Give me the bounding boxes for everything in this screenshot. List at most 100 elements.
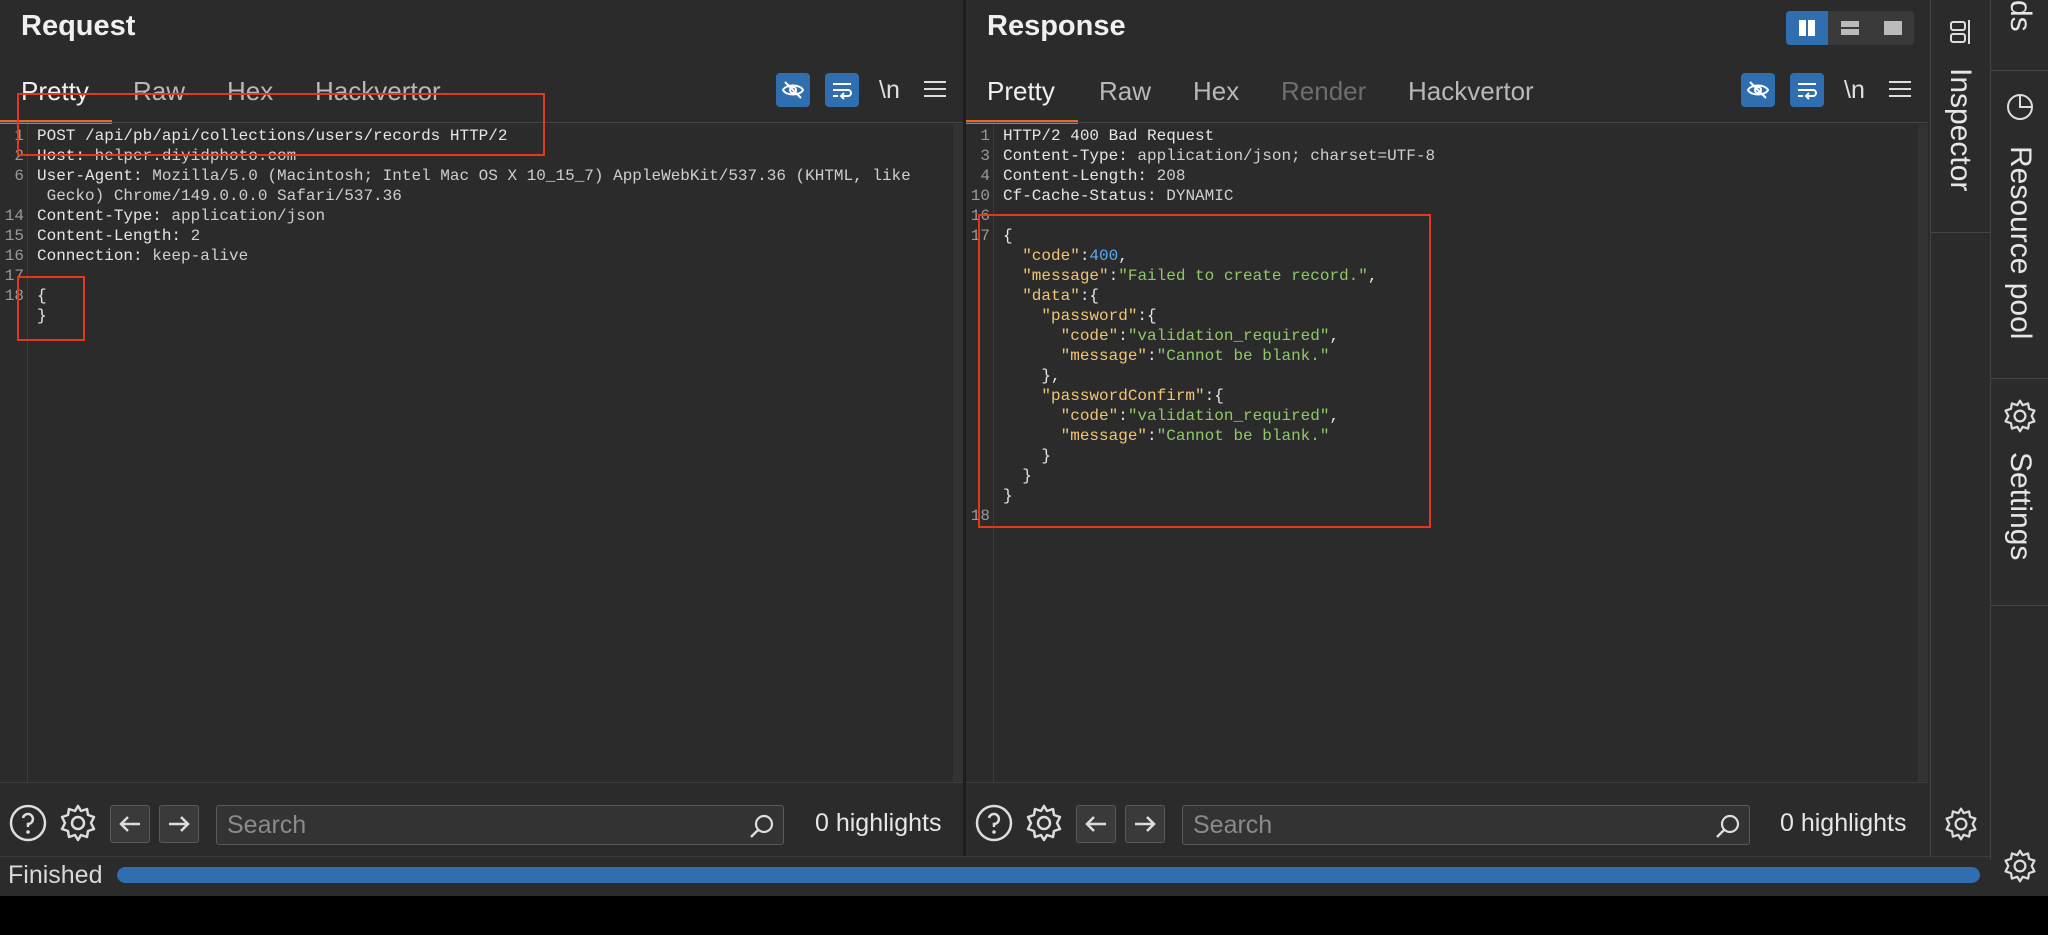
request-search-box[interactable] bbox=[216, 805, 784, 845]
line-number: 17 bbox=[4, 267, 24, 285]
progress-bar-fill bbox=[117, 867, 1980, 883]
sidebar-separator bbox=[1991, 605, 2048, 606]
request-tab-pretty[interactable]: Pretty bbox=[21, 76, 89, 107]
partial-tab[interactable]: ds bbox=[2003, 0, 2037, 32]
line-text: Content-Length: 2 bbox=[37, 226, 200, 246]
inspector-icon[interactable] bbox=[1947, 18, 1975, 46]
code-line: 16 Connection: keep-alive bbox=[0, 246, 953, 266]
code-line: 15 Content-Length: 2 bbox=[0, 226, 953, 246]
line-number: 6 bbox=[14, 167, 24, 185]
search-icon[interactable] bbox=[749, 813, 775, 839]
line-number: 17 bbox=[970, 227, 990, 245]
request-tab-hex[interactable]: Hex bbox=[227, 76, 273, 107]
json-string: "Cannot be blank." bbox=[1156, 347, 1330, 365]
inspector-tab[interactable]: Inspector bbox=[1943, 68, 1977, 191]
hide-nonprintable-eye-icon[interactable] bbox=[1741, 73, 1775, 107]
json-key: "data" bbox=[1022, 287, 1080, 305]
json-string: "validation_required" bbox=[1127, 407, 1330, 425]
previous-arrow-button[interactable] bbox=[1076, 805, 1116, 843]
layout-side-by-side-button[interactable] bbox=[1786, 11, 1828, 45]
layout-single-button[interactable] bbox=[1872, 11, 1914, 45]
gear-icon[interactable] bbox=[1024, 803, 1064, 843]
line-number: 15 bbox=[4, 227, 24, 245]
request-tabs: Pretty Raw Hex Hackvertor bbox=[0, 70, 963, 124]
inspector-column: Inspector bbox=[1930, 0, 1991, 860]
json-key: "message" bbox=[1060, 347, 1148, 365]
rows-icon bbox=[1841, 21, 1859, 35]
layout-toggle bbox=[1786, 11, 1914, 45]
response-highlights-count: 0 highlights bbox=[1780, 809, 1907, 837]
line-key: Cf-Cache-Status: bbox=[1003, 187, 1167, 205]
global-settings-gear-icon[interactable] bbox=[2002, 848, 2038, 884]
line-number: 4 bbox=[980, 167, 990, 185]
line-text: Cf-Cache-Status: DYNAMIC bbox=[1003, 186, 1233, 206]
json-string: "Failed to create record." bbox=[1118, 267, 1368, 285]
line-number: 18 bbox=[970, 507, 990, 525]
request-menu-icon[interactable] bbox=[924, 80, 946, 98]
code-line: 17 bbox=[0, 266, 953, 286]
show-newlines-toggle[interactable]: \n bbox=[879, 76, 900, 105]
single-pane-icon bbox=[1884, 21, 1902, 35]
next-arrow-button[interactable] bbox=[1125, 805, 1165, 843]
line-value: application/json; charset=UTF-8 bbox=[1137, 147, 1436, 165]
search-icon[interactable] bbox=[1715, 813, 1741, 839]
request-search-input[interactable] bbox=[227, 810, 733, 840]
sidebar-separator bbox=[1991, 378, 2048, 379]
line-number: 10 bbox=[970, 187, 990, 205]
response-scrollbar[interactable] bbox=[1918, 124, 1928, 782]
line-key: Content-Length: bbox=[1003, 167, 1157, 185]
response-menu-icon[interactable] bbox=[1889, 80, 1911, 98]
json-key: "password" bbox=[1041, 307, 1138, 325]
hide-nonprintable-eye-icon[interactable] bbox=[776, 73, 810, 107]
show-newlines-toggle[interactable]: \n bbox=[1844, 76, 1865, 105]
settings-gear-icon[interactable] bbox=[2002, 398, 2038, 434]
inspector-settings-gear-icon[interactable] bbox=[1943, 806, 1979, 842]
line-key: { bbox=[37, 287, 47, 305]
response-tab-raw[interactable]: Raw bbox=[1099, 76, 1151, 107]
line-text: POST /api/pb/api/collections/users/recor… bbox=[37, 126, 507, 146]
line-text: Host: helper.diyidphoto.com bbox=[37, 146, 296, 166]
resource-pool-tab[interactable]: Resource pool bbox=[2003, 146, 2037, 339]
request-scrollbar[interactable] bbox=[953, 124, 963, 782]
layout-stacked-button[interactable] bbox=[1829, 11, 1871, 45]
response-tab-hex[interactable]: Hex bbox=[1193, 76, 1239, 107]
help-icon[interactable] bbox=[8, 803, 48, 843]
code-line: 18 { bbox=[0, 286, 953, 306]
sidebar-separator bbox=[1931, 232, 1991, 233]
app-window: Request Pretty Raw Hex Hackvertor \n 1 PO… bbox=[0, 0, 2048, 896]
right-sidebar: Inspector ds Resource pool Settings bbox=[1930, 0, 2048, 896]
json-string: "Cannot be blank." bbox=[1156, 427, 1330, 445]
request-editor[interactable]: 1 POST /api/pb/api/collections/users/reco… bbox=[0, 124, 953, 782]
wrap-lines-icon[interactable] bbox=[1790, 73, 1824, 107]
resource-pool-clock-icon[interactable] bbox=[2005, 92, 2035, 122]
settings-tab[interactable]: Settings bbox=[2003, 452, 2037, 560]
response-tab-hackvertor[interactable]: Hackvertor bbox=[1408, 76, 1534, 107]
side-tabs-column: ds Resource pool Settings bbox=[1990, 0, 2048, 883]
response-title: Response bbox=[987, 10, 1126, 42]
line-key: HTTP/2 400 Bad Request bbox=[1003, 127, 1215, 145]
line-key: Content-Type: bbox=[37, 207, 172, 225]
request-tab-raw[interactable]: Raw bbox=[133, 76, 185, 107]
response-search-input[interactable] bbox=[1193, 810, 1699, 840]
line-text: { bbox=[37, 286, 47, 306]
gear-icon[interactable] bbox=[58, 803, 98, 843]
help-icon[interactable] bbox=[974, 803, 1014, 843]
line-text: } bbox=[37, 306, 47, 326]
line-text: Gecko) Chrome/149.0.0.0 Safari/537.36 bbox=[37, 186, 402, 206]
line-text: Content-Type: application/json; charset=… bbox=[1003, 146, 1435, 166]
wrap-lines-icon[interactable] bbox=[825, 73, 859, 107]
code-line: 6 User-Agent: Mozilla/5.0 (Macintosh; Int… bbox=[0, 166, 953, 186]
code-line: 1 POST /api/pb/api/collections/users/reco… bbox=[0, 126, 953, 146]
response-tab-pretty[interactable]: Pretty bbox=[987, 76, 1055, 107]
response-editor[interactable]: 1 HTTP/2 400 Bad Request 3 Content-Type: ap… bbox=[966, 124, 1918, 782]
json-key: "code" bbox=[1022, 247, 1080, 265]
next-arrow-button[interactable] bbox=[159, 805, 199, 843]
response-tab-render[interactable]: Render bbox=[1281, 76, 1366, 107]
request-tab-hackvertor[interactable]: Hackvertor bbox=[315, 76, 441, 107]
json-string: "validation_required" bbox=[1127, 327, 1330, 345]
response-search-box[interactable] bbox=[1182, 805, 1750, 845]
json-key: "message" bbox=[1060, 427, 1148, 445]
previous-arrow-button[interactable] bbox=[110, 805, 150, 843]
arrow-right-icon bbox=[1135, 816, 1156, 832]
line-number: 2 bbox=[14, 147, 24, 165]
